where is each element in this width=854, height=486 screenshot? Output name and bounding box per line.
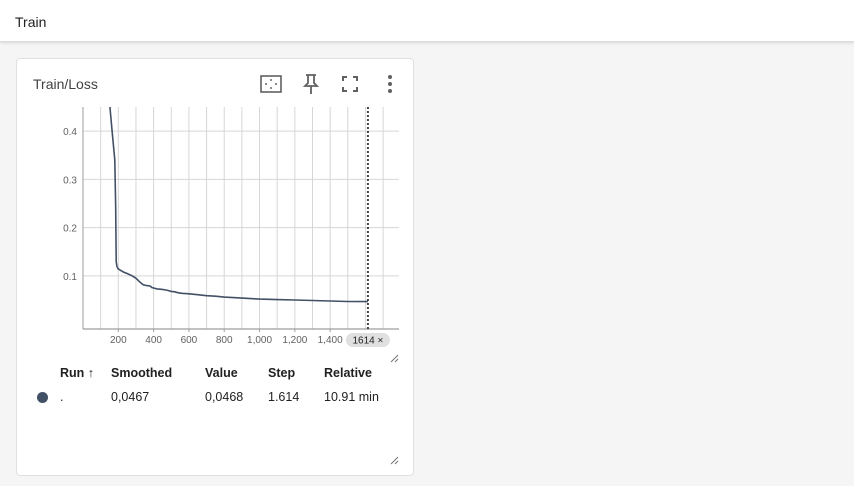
col-header-smoothed[interactable]: Smoothed: [111, 366, 172, 380]
more-vert-icon[interactable]: [377, 71, 403, 97]
x-tick-label: 600: [181, 335, 198, 346]
x-tick-label: 1,000: [247, 335, 272, 346]
top-bar: Train: [0, 0, 854, 42]
table-resize-handle[interactable]: [389, 452, 399, 465]
card-title: Train/Loss: [33, 76, 98, 92]
col-header-value[interactable]: Value: [205, 366, 238, 380]
col-header-run[interactable]: Run ↑: [60, 366, 94, 380]
cell-relative: 10.91 min: [324, 390, 379, 404]
pin-icon[interactable]: [298, 71, 324, 97]
x-tick-label: 200: [110, 335, 127, 346]
cell-step: 1.614: [268, 390, 300, 404]
fit-domain-icon[interactable]: [258, 71, 284, 97]
y-tick-label: 0.1: [63, 272, 77, 283]
step-cursor-label: 1614 ×: [352, 336, 383, 347]
chart-resize-handle[interactable]: [389, 350, 399, 363]
cell-smoothed: 0,0467: [111, 390, 150, 404]
scalar-card: Train/Loss 0.1 0.2 0.3 0.4 200 400 600 800 1,000…: [16, 58, 414, 476]
col-header-step[interactable]: Step: [268, 366, 295, 380]
y-tick-label: 0.2: [63, 224, 77, 235]
section-title: Train: [15, 14, 47, 30]
cell-run: .: [60, 390, 64, 404]
fullscreen-icon[interactable]: [337, 71, 363, 97]
x-tick-label: 400: [145, 335, 162, 346]
col-header-relative[interactable]: Relative: [324, 366, 372, 380]
x-tick-label: 1,400: [318, 335, 343, 346]
x-tick-label: 800: [216, 335, 233, 346]
run-color-dot: [37, 392, 48, 403]
loss-series-line: [109, 107, 368, 303]
y-tick-label: 0.3: [63, 175, 77, 186]
x-tick-label: 1,200: [282, 335, 307, 346]
loss-chart[interactable]: 0.1 0.2 0.3 0.4 200 400 600 800 1,000 1,200 1,400 1…: [41, 103, 401, 359]
cell-value: 0,0468: [205, 390, 244, 404]
y-tick-label: 0.4: [63, 127, 77, 138]
